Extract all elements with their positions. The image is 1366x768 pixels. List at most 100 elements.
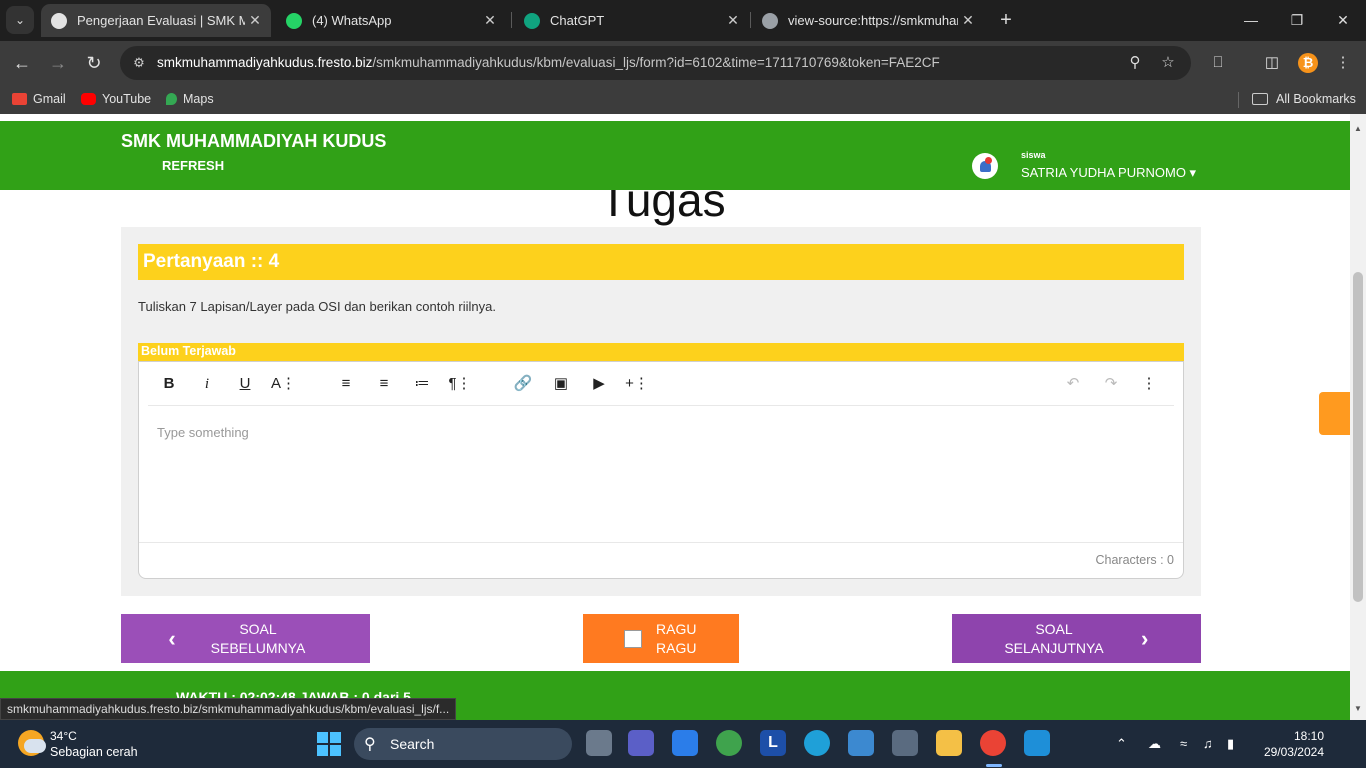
next-button-label: SOAL SELANJUTNYA (999, 620, 1109, 658)
back-icon[interactable]: ← (10, 51, 34, 75)
windows-taskbar: 34°C Sebagian cerah ⚲ Search L ⌃ ☁ ≈ ♫ ▮… (0, 720, 1366, 768)
floating-side-tab[interactable] (1319, 392, 1350, 435)
forward-icon[interactable]: → (46, 51, 70, 75)
tab-separator (511, 12, 512, 28)
close-tab-icon[interactable]: ✕ (723, 12, 743, 29)
ragu-ragu-toggle[interactable]: RAGU RAGU (583, 614, 739, 663)
extensions-icon[interactable]: ⎕ (1207, 53, 1229, 73)
earth-app-icon[interactable] (716, 730, 742, 756)
tab-whatsapp[interactable]: (4) WhatsApp ✕ (276, 4, 506, 37)
taskbar-date[interactable]: 29/03/2024 (1258, 745, 1324, 759)
italic-icon[interactable]: i (195, 374, 219, 394)
tab-view-source[interactable]: view-source:https://smkmuham ✕ (752, 4, 984, 37)
tab-chatgpt[interactable]: ChatGPT ✕ (514, 4, 749, 37)
side-panel-icon[interactable]: ◫ (1261, 53, 1283, 73)
ragu-label-line1: RAGU (656, 620, 697, 637)
l-app-icon[interactable]: L (760, 730, 786, 756)
battery-icon[interactable]: ▮ (1227, 736, 1234, 752)
gmail-icon (12, 93, 27, 105)
redo-icon[interactable]: ↷ (1099, 374, 1123, 394)
prev-label-line1: SOAL (239, 620, 277, 637)
answer-editor: B i U A⋮ ≡ ≡ ≔ ¶⋮ 🔗 ▣ ▶ +⋮ ↶ ↷ ⋮ Type so… (138, 361, 1184, 579)
show-hidden-icons-icon[interactable]: ⌃ (1116, 736, 1127, 752)
url-text[interactable]: smkmuhammadiyahkudus.fresto.biz/smkmuham… (157, 55, 940, 70)
all-bookmarks[interactable]: All Bookmarks (1252, 92, 1356, 106)
tab-title: ChatGPT (550, 13, 605, 28)
onedrive-cloud-icon[interactable]: ☁ (1148, 736, 1161, 752)
tab-search-chevron-icon[interactable]: ⌄ (6, 6, 34, 34)
link-icon[interactable]: 🔗 (511, 374, 535, 394)
scroll-up-icon[interactable]: ▲ (1353, 124, 1363, 134)
maps-icon (166, 93, 177, 105)
refresh-link[interactable]: REFRESH (162, 158, 224, 173)
tab-title: (4) WhatsApp (312, 13, 392, 28)
reload-icon[interactable]: ↻ (82, 51, 106, 75)
next-question-button[interactable]: SOAL SELANJUTNYA › (952, 614, 1201, 663)
bookmarks-bar: Gmail YouTube Maps All Bookmarks (0, 85, 1366, 114)
page-scrollbar[interactable]: ▲ ▼ (1350, 114, 1366, 720)
page-viewport: Tugas SMK MUHAMMADIYAH KUDUS REFRESH sis… (0, 114, 1350, 720)
virtualbox-icon[interactable] (892, 730, 918, 756)
weather-cloud-icon (24, 739, 46, 753)
file-explorer-icon[interactable] (936, 730, 962, 756)
microsoft-store-icon[interactable] (672, 730, 698, 756)
zoom-search-icon[interactable]: ⚲ (1125, 54, 1145, 72)
align-left-icon[interactable]: ≡ (334, 374, 358, 394)
close-window-icon[interactable]: ✕ (1328, 8, 1358, 32)
underline-icon[interactable]: U (233, 374, 257, 394)
ragu-checkbox[interactable] (624, 629, 642, 648)
edge-browser-icon[interactable] (804, 730, 830, 756)
whatsapp-icon (286, 12, 302, 29)
video-icon[interactable]: ▶ (587, 374, 611, 394)
wifi-icon[interactable]: ≈ (1180, 736, 1187, 751)
bookmark-gmail[interactable]: Gmail (12, 92, 66, 106)
notepad-icon[interactable] (1024, 730, 1050, 756)
bookmark-maps[interactable]: Maps (166, 92, 214, 106)
undo-icon[interactable]: ↶ (1061, 374, 1085, 394)
restore-icon[interactable]: ❐ (1282, 8, 1312, 32)
image-icon[interactable]: ▣ (549, 374, 573, 394)
notification-badge (985, 157, 992, 164)
ordered-list-icon[interactable]: ≔ (410, 374, 434, 394)
bookmark-star-icon[interactable]: ☆ (1158, 54, 1178, 72)
minimize-icon[interactable]: — (1236, 8, 1266, 32)
bitcoin-extension-icon[interactable]: ₿ (1298, 53, 1318, 73)
previous-question-button[interactable]: ‹ SOAL SEBELUMNYA (121, 614, 370, 663)
tab-pengerjaan-evaluasi[interactable]: Pengerjaan Evaluasi | SMK MUH ✕ (41, 4, 271, 37)
taskbar-clock[interactable]: 18:10 (1290, 729, 1324, 743)
chrome-browser-icon[interactable] (980, 730, 1006, 756)
task-view-icon[interactable] (586, 730, 612, 756)
insert-more-icon[interactable]: +⋮ (625, 374, 649, 394)
taskbar-search[interactable]: ⚲ Search (354, 728, 572, 760)
notification-bell-icon[interactable] (972, 153, 998, 179)
windows-start-icon[interactable] (317, 732, 341, 756)
url-path: /smkmuhammadiyahkudus/kbm/evaluasi_ljs/f… (372, 55, 940, 70)
browser-toolbar: ← → ↻ ⚙ smkmuhammadiyahkudus.fresto.biz/… (0, 41, 1366, 85)
site-title[interactable]: SMK MUHAMMADIYAH KUDUS (121, 131, 386, 152)
close-tab-icon[interactable]: ✕ (958, 12, 978, 29)
align-center-icon[interactable]: ≡ (372, 374, 396, 394)
control-panel-icon[interactable] (848, 730, 874, 756)
close-tab-icon[interactable]: ✕ (480, 12, 500, 29)
more-options-icon[interactable]: ⋮ (1137, 374, 1161, 394)
bookmark-youtube[interactable]: YouTube (81, 92, 151, 106)
weather-temperature[interactable]: 34°C (50, 729, 77, 743)
weather-condition[interactable]: Sebagian cerah (50, 745, 138, 759)
paragraph-icon[interactable]: ¶⋮ (448, 374, 472, 394)
new-tab-icon[interactable]: + (994, 8, 1018, 32)
tab-separator (750, 12, 751, 28)
teams-chat-icon[interactable] (628, 730, 654, 756)
user-menu[interactable]: SATRIA YUDHA PURNOMO ▾ (1021, 165, 1196, 181)
menu-kebab-icon[interactable]: ⋮ (1332, 53, 1354, 73)
close-tab-icon[interactable]: ✕ (245, 12, 265, 29)
editor-placeholder[interactable]: Type something (157, 425, 249, 440)
address-bar[interactable]: ⚙ smkmuhammadiyahkudus.fresto.biz/smkmuh… (120, 46, 1191, 80)
scrollbar-thumb[interactable] (1353, 272, 1363, 602)
bold-icon[interactable]: B (157, 374, 181, 394)
site-info-icon[interactable]: ⚙ (130, 54, 148, 72)
user-role: siswa (1021, 150, 1046, 160)
text-size-icon[interactable]: A⋮ (271, 374, 296, 394)
tab-title: view-source:https://smkmuham (788, 13, 958, 28)
scroll-down-icon[interactable]: ▼ (1353, 704, 1363, 714)
volume-icon[interactable]: ♫ (1203, 736, 1213, 751)
